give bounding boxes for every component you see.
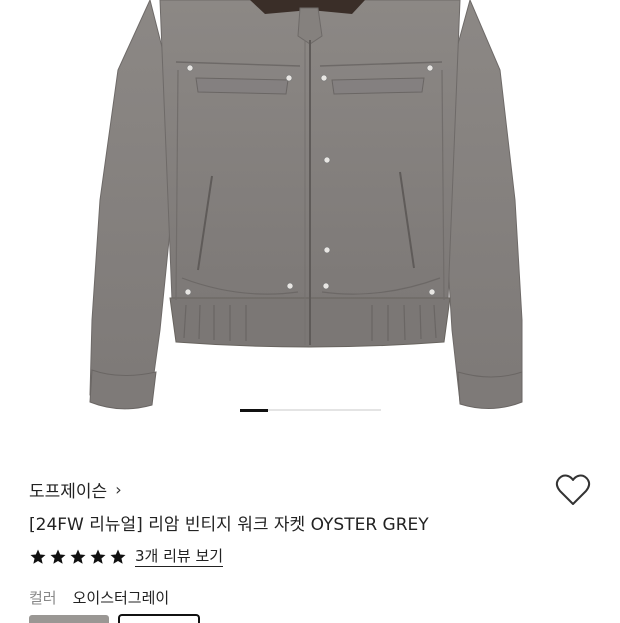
star-icon [50, 549, 66, 564]
gallery-pager [240, 408, 381, 412]
color-row: 컬러 오이스터그레이 [29, 587, 169, 608]
star-icon [90, 549, 106, 564]
color-swatch-option[interactable] [118, 614, 200, 623]
jacket-illustration [89, 0, 523, 410]
color-value: 오이스터그레이 [72, 589, 170, 607]
color-swatch-oyster[interactable] [29, 615, 109, 623]
star-icon [110, 549, 126, 564]
product-title: [24FW 리뉴얼] 리암 빈티지 워크 자켓 OYSTER GREY [29, 515, 429, 535]
star-rating [29, 548, 127, 566]
color-label: 컬러 [29, 589, 57, 607]
wishlist-button[interactable] [552, 470, 594, 510]
product-image[interactable] [0, 0, 620, 430]
brand-name: 도프제이슨 [29, 482, 108, 502]
heart-outline-icon [555, 474, 591, 505]
rating-row: 3개 리뷰 보기 [29, 547, 224, 567]
chevron-right-icon: › [115, 480, 122, 499]
product-info: 도프제이슨 › [24FW 리뉴얼] 리암 빈티지 워크 자켓 OYSTER G… [0, 430, 620, 623]
star-icon [30, 549, 46, 564]
gallery-pager-active [240, 408, 269, 412]
brand-link[interactable]: 도프제이슨 › [29, 477, 122, 502]
star-icon [70, 549, 86, 564]
review-link[interactable]: 3개 리뷰 보기 [135, 547, 224, 567]
